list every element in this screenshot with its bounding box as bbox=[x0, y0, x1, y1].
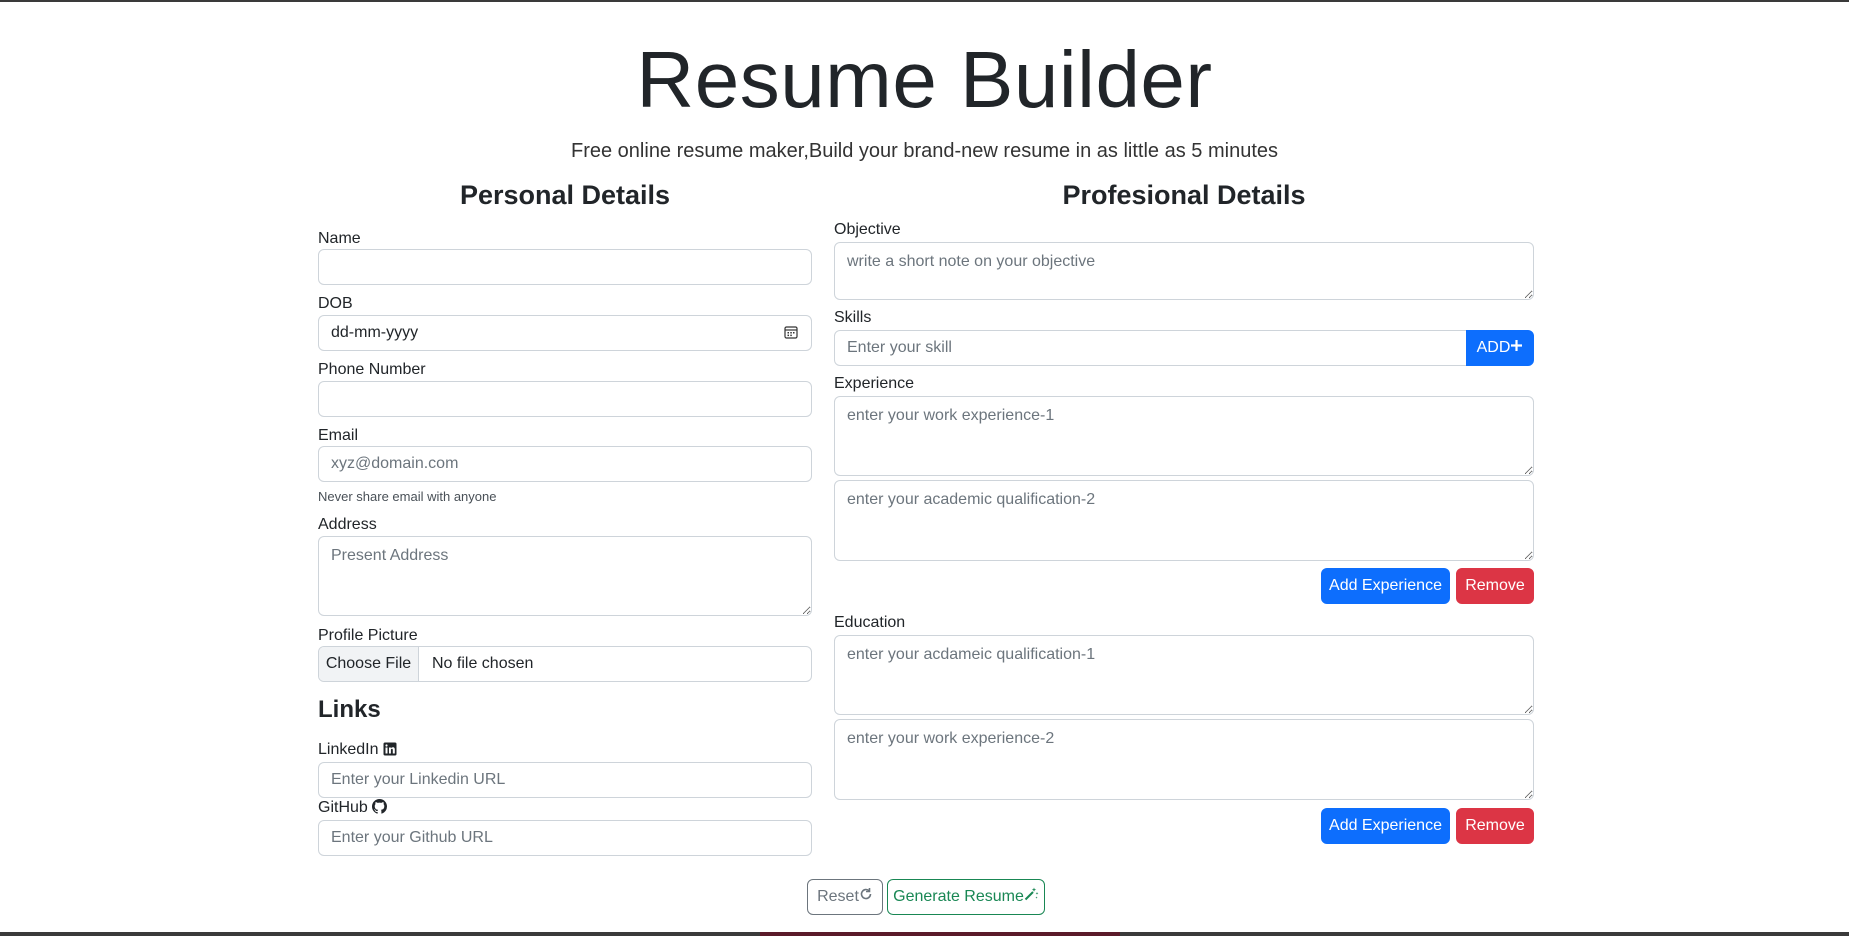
linkedin-label: LinkedIn bbox=[318, 741, 397, 761]
education-2-textarea[interactable] bbox=[834, 719, 1534, 800]
links-heading: Links bbox=[318, 696, 381, 723]
education-1-textarea[interactable] bbox=[834, 635, 1534, 715]
address-textarea[interactable] bbox=[318, 536, 812, 616]
profile-picture-label: Profile Picture bbox=[318, 627, 418, 644]
reset-button[interactable]: Reset bbox=[807, 879, 883, 915]
magic-wand-icon bbox=[1024, 880, 1039, 914]
github-icon bbox=[371, 799, 387, 819]
window-bottom-border bbox=[0, 932, 1849, 936]
address-label: Address bbox=[318, 516, 377, 533]
email-label: Email bbox=[318, 427, 359, 444]
add-experience-button[interactable]: Add Experience bbox=[1321, 568, 1450, 604]
name-label: Name bbox=[318, 230, 361, 247]
phone-input[interactable] bbox=[318, 381, 812, 417]
generate-label: Generate Resume bbox=[893, 888, 1024, 906]
professional-details-heading: Profesional Details bbox=[1062, 180, 1306, 210]
refresh-icon bbox=[859, 880, 873, 914]
file-status-text: No file chosen bbox=[432, 655, 534, 672]
calendar-icon[interactable] bbox=[784, 325, 798, 339]
add-education-button[interactable]: Add Experience bbox=[1321, 808, 1450, 844]
profile-picture-input[interactable]: Choose File No file chosen bbox=[318, 646, 812, 682]
dob-input[interactable]: dd-mm-yyyy bbox=[318, 315, 812, 351]
experience-2-textarea[interactable] bbox=[834, 480, 1534, 561]
linkedin-label-text: LinkedIn bbox=[318, 741, 379, 758]
phone-label: Phone Number bbox=[318, 361, 426, 378]
add-skill-label: ADD bbox=[1476, 339, 1511, 357]
reset-label: Reset bbox=[817, 888, 859, 906]
dob-value: dd-mm-yyyy bbox=[331, 324, 419, 341]
email-help-text: Never share email with anyone bbox=[318, 489, 497, 504]
github-label-text: GitHub bbox=[318, 799, 368, 816]
window-top-border bbox=[0, 0, 1849, 2]
experience-label: Experience bbox=[834, 375, 915, 392]
education-label: Education bbox=[834, 614, 906, 631]
objective-textarea[interactable] bbox=[834, 242, 1534, 300]
email-input[interactable] bbox=[318, 446, 812, 482]
linkedin-icon bbox=[383, 742, 397, 761]
github-input[interactable] bbox=[318, 820, 812, 856]
page-subtitle: Free online resume maker,Build your bran… bbox=[571, 140, 1278, 162]
experience-1-textarea[interactable] bbox=[834, 396, 1534, 476]
generate-resume-button[interactable]: Generate Resume bbox=[887, 879, 1045, 915]
dob-label: DOB bbox=[318, 295, 353, 312]
remove-experience-button[interactable]: Remove bbox=[1456, 568, 1534, 604]
personal-details-heading: Personal Details bbox=[459, 180, 671, 210]
skills-label: Skills bbox=[834, 309, 872, 326]
add-skill-button[interactable]: ADD bbox=[1466, 330, 1534, 366]
name-input[interactable] bbox=[318, 249, 812, 285]
plus-icon bbox=[1510, 331, 1523, 365]
skills-input[interactable] bbox=[834, 330, 1467, 366]
taskbar-accent bbox=[760, 932, 1120, 936]
github-label: GitHub bbox=[318, 799, 387, 819]
page-title: Resume Builder bbox=[636, 35, 1213, 124]
objective-label: Objective bbox=[834, 221, 901, 238]
linkedin-input[interactable] bbox=[318, 762, 812, 798]
remove-education-button[interactable]: Remove bbox=[1456, 808, 1534, 844]
choose-file-button[interactable]: Choose File bbox=[319, 647, 419, 681]
